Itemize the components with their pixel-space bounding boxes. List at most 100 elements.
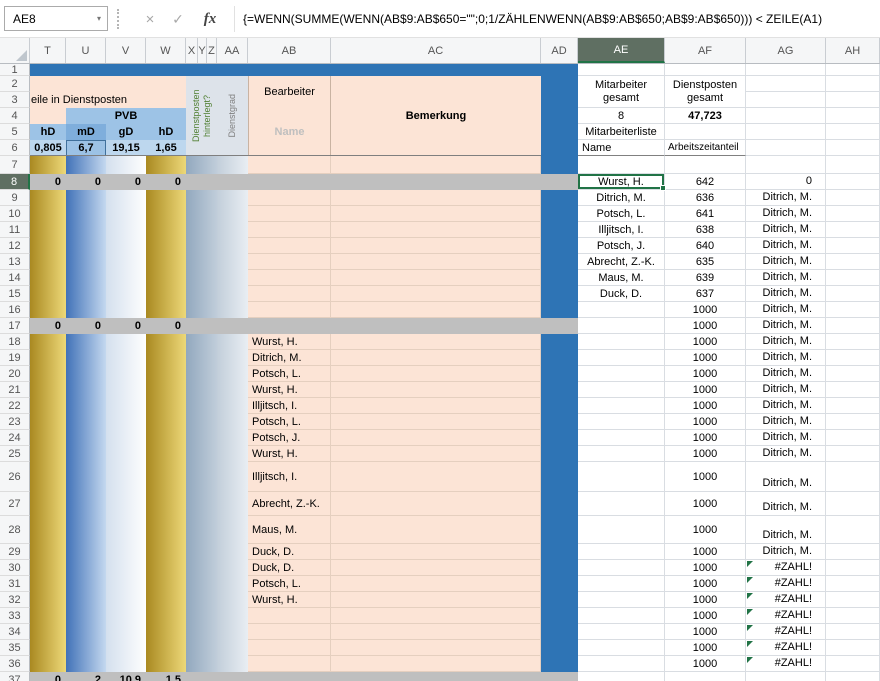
cell-AG32[interactable]: #ZAHL! [746, 592, 826, 608]
cell-T36[interactable] [30, 656, 66, 672]
cell-AD20[interactable] [541, 366, 578, 382]
column-header-AH[interactable]: AH [826, 38, 880, 63]
cell-V20[interactable] [106, 366, 146, 382]
row-header-29[interactable]: 29 [0, 544, 30, 560]
row-header-37[interactable]: 37 [0, 672, 30, 681]
row-header-11[interactable]: 11 [0, 222, 30, 238]
cell-AB15[interactable] [248, 286, 331, 302]
cell-V30[interactable] [106, 560, 146, 576]
subtotal-band-row-8[interactable]: 0000 [30, 174, 578, 190]
cell-AE21[interactable] [578, 382, 665, 398]
cell-T30[interactable] [30, 560, 66, 576]
cell-AD27[interactable] [541, 492, 578, 516]
row-header-35[interactable]: 35 [0, 640, 30, 656]
cell-U33[interactable] [66, 608, 106, 624]
cell-W7[interactable] [146, 156, 186, 174]
cell-AH34[interactable] [826, 624, 880, 640]
column-header-U[interactable]: U [66, 38, 106, 63]
cell-AH30[interactable] [826, 560, 880, 576]
column-header-T[interactable]: T [30, 38, 66, 63]
cell-T10[interactable] [30, 206, 66, 222]
cell-AD33[interactable] [541, 608, 578, 624]
insert-function-icon[interactable]: fx [198, 0, 222, 38]
grade-header-gd-cell[interactable]: gD [106, 124, 146, 140]
cell-AE1[interactable] [578, 64, 665, 76]
cell-AC13[interactable] [331, 254, 541, 270]
cell-AH2[interactable] [826, 76, 880, 92]
pvb-header-cell[interactable]: PVB [66, 108, 186, 124]
bearbeiter-header-cell[interactable]: Bearbeiter [248, 76, 331, 108]
band-cell-V8[interactable]: 0 [106, 174, 146, 190]
cell-XYZ36[interactable] [186, 656, 217, 672]
cell-AH21[interactable] [826, 382, 880, 398]
cell-AF12[interactable]: 640 [665, 238, 746, 254]
cell-AF25[interactable]: 1000 [665, 446, 746, 462]
cell-AE34[interactable] [578, 624, 665, 640]
cell-W35[interactable] [146, 640, 186, 656]
cell-AB9[interactable] [248, 190, 331, 206]
cell-AA26[interactable] [217, 462, 248, 492]
cell-AB13[interactable] [248, 254, 331, 270]
cell-AB29[interactable]: Duck, D. [248, 544, 331, 560]
cell-XYZ18[interactable] [186, 334, 217, 350]
cell-AC21[interactable] [331, 382, 541, 398]
cell-AB24[interactable]: Potsch, J. [248, 430, 331, 446]
cell-AB34[interactable] [248, 624, 331, 640]
cell-T11[interactable] [30, 222, 66, 238]
cell-W12[interactable] [146, 238, 186, 254]
cell-AH8[interactable] [826, 174, 880, 190]
subtotal-band-row-17[interactable]: 0000 [30, 318, 578, 334]
cell-AC32[interactable] [331, 592, 541, 608]
cell-XYZ19[interactable] [186, 350, 217, 366]
cell-AG7[interactable] [746, 156, 826, 174]
cell-AF27[interactable]: 1000 [665, 492, 746, 516]
fill-handle[interactable] [660, 185, 666, 191]
cell-V21[interactable] [106, 382, 146, 398]
cell-AF11[interactable]: 638 [665, 222, 746, 238]
cell-AD18[interactable] [541, 334, 578, 350]
cell-AF1[interactable] [665, 64, 746, 76]
cell-AG12[interactable]: Ditrich, M. [746, 238, 826, 254]
cell-XYZ28[interactable] [186, 516, 217, 544]
cell-T12[interactable] [30, 238, 66, 254]
cell-W16[interactable] [146, 302, 186, 318]
cell-U34[interactable] [66, 624, 106, 640]
cell-XYZ35[interactable] [186, 640, 217, 656]
row-header-21[interactable]: 21 [0, 382, 30, 398]
cell-U36[interactable] [66, 656, 106, 672]
cell-AB26[interactable]: Illjitsch, I. [248, 462, 331, 492]
cell-AH36[interactable] [826, 656, 880, 672]
cell-AC10[interactable] [331, 206, 541, 222]
cell-AH5[interactable] [826, 124, 880, 140]
cell-AE32[interactable] [578, 592, 665, 608]
subtotal-band-row-37[interactable]: 0210,91,5 [30, 672, 578, 681]
select-all-button[interactable] [0, 38, 30, 63]
cell-XYZ33[interactable] [186, 608, 217, 624]
cell-V36[interactable] [106, 656, 146, 672]
cell-AH6[interactable] [826, 140, 880, 156]
cell-AD9[interactable] [541, 190, 578, 206]
cell-U24[interactable] [66, 430, 106, 446]
cell-AG34[interactable]: #ZAHL! [746, 624, 826, 640]
band-cell-W37[interactable]: 1,5 [146, 672, 186, 681]
name-placeholder-cell[interactable]: Name [248, 108, 331, 156]
cell-AE7[interactable] [578, 156, 665, 174]
cell-AD32[interactable] [541, 592, 578, 608]
cell-AH35[interactable] [826, 640, 880, 656]
cell-AB12[interactable] [248, 238, 331, 254]
cell-AE16[interactable] [578, 302, 665, 318]
cell-AF19[interactable]: 1000 [665, 350, 746, 366]
cell-AB28[interactable]: Maus, M. [248, 516, 331, 544]
column-header-AC[interactable]: AC [331, 38, 541, 63]
cell-AA18[interactable] [217, 334, 248, 350]
cell-W20[interactable] [146, 366, 186, 382]
cell-AD31[interactable] [541, 576, 578, 592]
cell-AA35[interactable] [217, 640, 248, 656]
cell-T15[interactable] [30, 286, 66, 302]
cell-AF28[interactable]: 1000 [665, 516, 746, 544]
cell-AF23[interactable]: 1000 [665, 414, 746, 430]
cell-AD12[interactable] [541, 238, 578, 254]
cell-U30[interactable] [66, 560, 106, 576]
row-header-23[interactable]: 23 [0, 414, 30, 430]
cell-AH9[interactable] [826, 190, 880, 206]
